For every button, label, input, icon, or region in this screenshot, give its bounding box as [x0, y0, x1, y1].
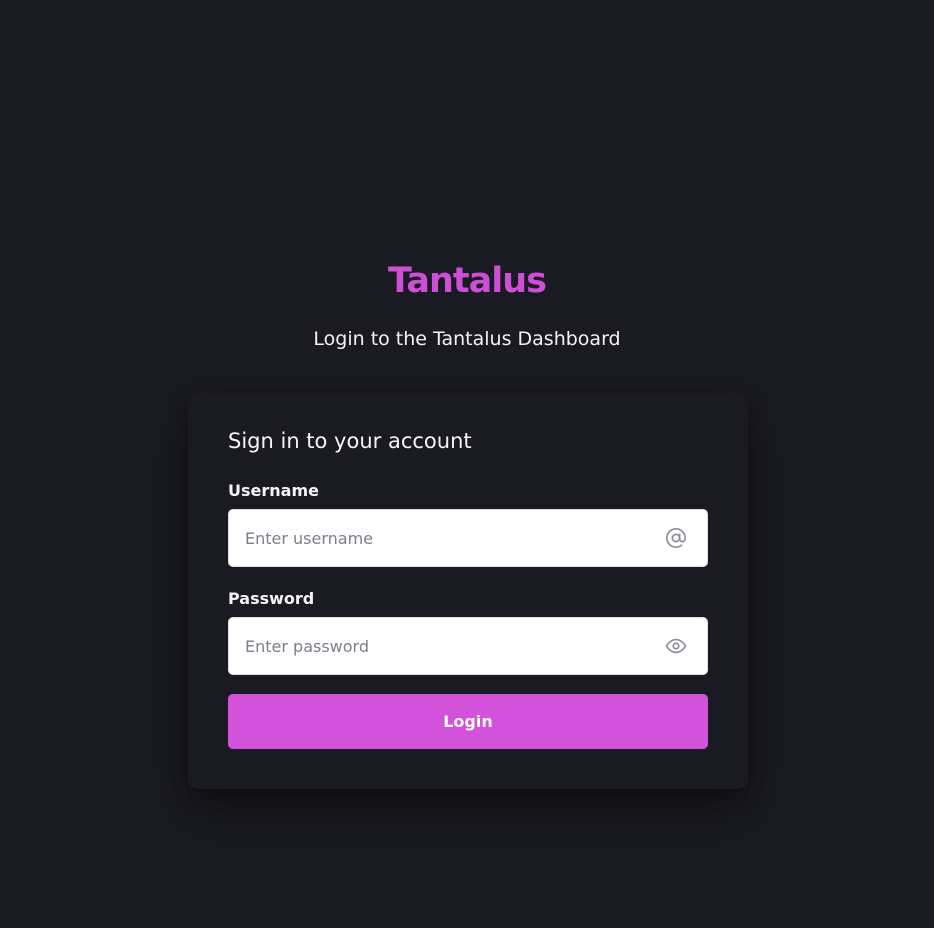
form-title: Sign in to your account — [228, 429, 472, 453]
login-page: Tantalus Login to the Tantalus Dashboard… — [0, 0, 934, 928]
password-label: Password — [228, 589, 315, 608]
password-input[interactable] — [229, 618, 645, 674]
login-button[interactable]: Login — [228, 694, 708, 749]
brand-logo-text: Tantalus — [388, 261, 547, 301]
login-card: Sign in to your account Username Passwor… — [188, 393, 748, 789]
username-input[interactable] — [229, 510, 645, 566]
password-field-wrapper — [228, 617, 708, 675]
username-field-wrapper — [228, 509, 708, 567]
username-label: Username — [228, 481, 319, 500]
eye-icon[interactable] — [665, 635, 687, 657]
at-sign-icon — [666, 527, 686, 548]
page-subtitle: Login to the Tantalus Dashboard — [313, 328, 621, 350]
